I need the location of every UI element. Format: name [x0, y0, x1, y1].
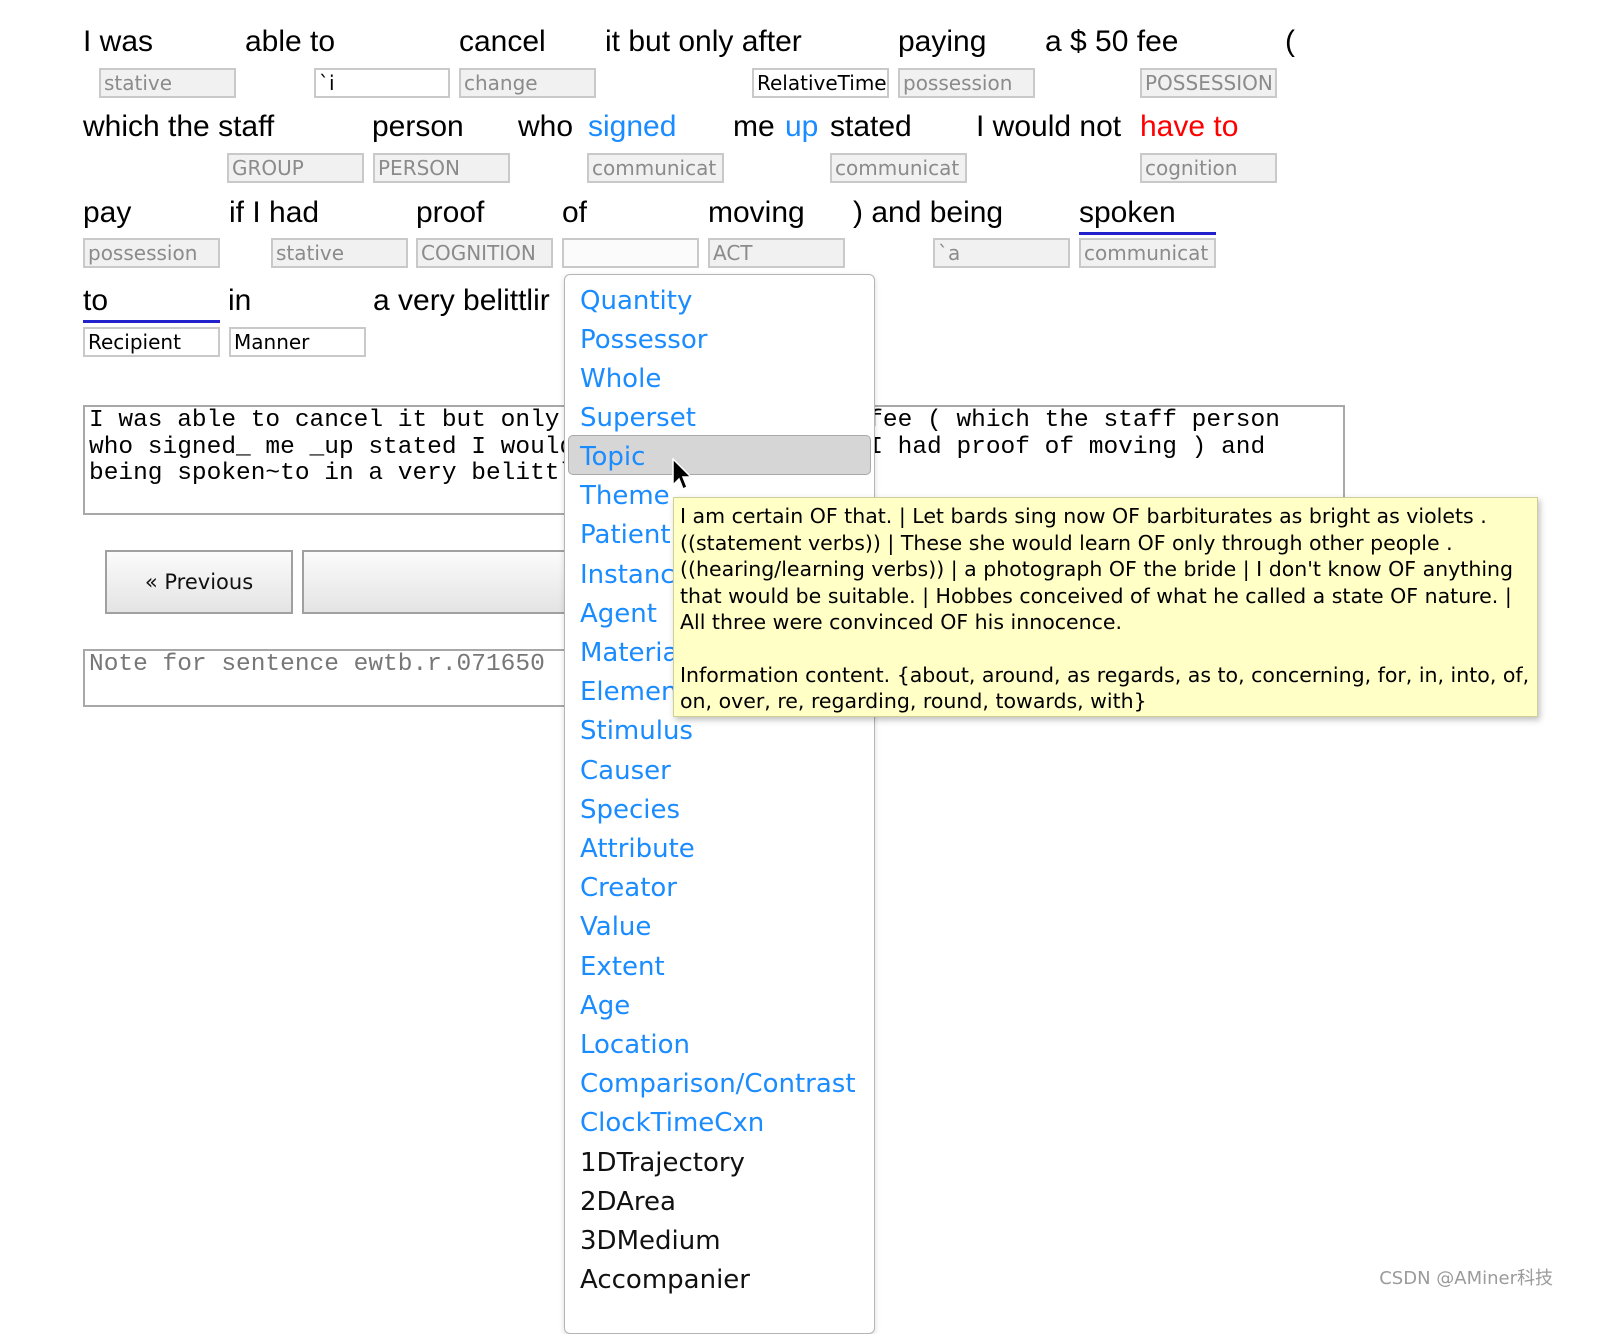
role-dropdown-menu[interactable]: Quantity Possessor Whole Superset Topic …	[564, 274, 875, 1334]
supersense-tag-field[interactable]: communicat	[830, 153, 967, 183]
dropdown-option-theme[interactable]: Theme	[580, 480, 670, 512]
dropdown-option-value[interactable]: Value	[580, 911, 651, 943]
token-word: (	[1285, 25, 1295, 58]
dropdown-option-quantity[interactable]: Quantity	[580, 285, 692, 317]
supersense-tag-field[interactable]: change	[459, 68, 596, 98]
dropdown-option-1dtrajectory[interactable]: 1DTrajectory	[580, 1147, 745, 1179]
token-word: if I had	[229, 196, 320, 229]
token-word: of	[562, 196, 588, 229]
dropdown-option-3dmedium[interactable]: 3DMedium	[580, 1225, 721, 1257]
supersense-tag-field[interactable]: GROUP	[227, 153, 364, 183]
watermark: CSDN @AMiner科技	[1379, 1268, 1553, 1289]
supersense-tag-field[interactable]: PERSON	[373, 153, 510, 183]
tooltip-examples: I am certain OF that. | Let bards sing n…	[680, 504, 1514, 634]
token-word: pay	[83, 196, 132, 229]
token-word: it but only after	[605, 25, 802, 58]
role-tooltip: I am certain OF that. | Let bards sing n…	[673, 497, 1538, 717]
token-word: person	[372, 110, 464, 143]
token-word-linked: up	[785, 110, 819, 143]
token-word: I was	[83, 25, 154, 58]
supersense-tag-field[interactable]: stative	[99, 68, 236, 98]
dropdown-option-possessor[interactable]: Possessor	[580, 324, 707, 356]
token-word: a $ 50 fee	[1045, 25, 1179, 58]
dropdown-option-agent[interactable]: Agent	[580, 598, 657, 630]
dropdown-option-causer[interactable]: Causer	[580, 755, 671, 787]
token-word: able to	[245, 25, 336, 58]
previous-button[interactable]: « Previous	[105, 550, 293, 614]
dropdown-option-age[interactable]: Age	[580, 990, 630, 1022]
dropdown-option-patient[interactable]: Patient	[580, 519, 671, 551]
supersense-tag-field[interactable]: RelativeTime	[752, 68, 889, 98]
supersense-tag-field[interactable]: communicat	[1079, 238, 1216, 268]
token-word: cancel	[459, 25, 546, 58]
dropdown-option-material[interactable]: Material	[580, 637, 686, 669]
token-word-selected: to	[83, 284, 220, 323]
token-word: proof	[416, 196, 485, 229]
token-word: ) and being	[853, 196, 1004, 229]
supersense-tag-field[interactable]: cognition	[1140, 153, 1277, 183]
token-word-multiword: have to	[1140, 110, 1239, 143]
dropdown-option-superset[interactable]: Superset	[580, 402, 696, 434]
supersense-tag-field[interactable]: possession	[898, 68, 1035, 98]
tooltip-definition: Information content. {about, around, as …	[680, 662, 1530, 714]
previous-button-label: « Previous	[144, 570, 254, 594]
token-word: which the staff	[83, 110, 275, 143]
dropdown-option-species[interactable]: Species	[580, 794, 680, 826]
dropdown-option-element[interactable]: Element	[580, 676, 688, 708]
dropdown-option-attribute[interactable]: Attribute	[580, 833, 695, 865]
supersense-tag-field[interactable]: stative	[271, 238, 408, 268]
dropdown-option-clocktimecxn[interactable]: ClockTimeCxn	[580, 1107, 764, 1139]
supersense-tag-field[interactable]: ACT	[708, 238, 845, 268]
dropdown-option-whole[interactable]: Whole	[580, 363, 661, 395]
supersense-tag-field[interactable]: communicat	[587, 153, 724, 183]
supersense-tag-field-focused[interactable]	[562, 238, 699, 268]
supersense-tag-field[interactable]: POSSESSION	[1140, 68, 1277, 98]
supersense-tag-field[interactable]: `a	[933, 238, 1070, 268]
supersense-tag-field[interactable]: Recipient	[83, 327, 220, 357]
token-word: who	[518, 110, 574, 143]
dropdown-option-2darea[interactable]: 2DArea	[580, 1186, 676, 1218]
next-button[interactable]	[302, 550, 602, 614]
token-word-selected: spoken	[1079, 196, 1216, 235]
token-word: I would not	[976, 110, 1122, 143]
supersense-tag-field[interactable]: Manner	[229, 327, 366, 357]
token-word: stated	[830, 110, 912, 143]
token-word-linked: signed	[588, 110, 677, 143]
dropdown-option-location[interactable]: Location	[580, 1029, 690, 1061]
token-word: in	[228, 284, 252, 317]
mouse-pointer-icon	[672, 458, 693, 491]
token-word: moving	[708, 196, 805, 229]
supersense-tag-field[interactable]: possession	[83, 238, 220, 268]
token-word: paying	[898, 25, 987, 58]
dropdown-option-creator[interactable]: Creator	[580, 872, 677, 904]
dropdown-option-accompanier[interactable]: Accompanier	[580, 1264, 750, 1296]
supersense-tag-field[interactable]: `i	[314, 68, 450, 98]
supersense-tag-field[interactable]: COGNITION	[416, 238, 553, 268]
dropdown-option-topic[interactable]: Topic	[580, 441, 645, 473]
token-word: me	[733, 110, 775, 143]
token-word: a very belittlir	[373, 284, 550, 317]
dropdown-option-comparison-contrast[interactable]: Comparison/Contrast	[580, 1068, 856, 1100]
dropdown-option-extent[interactable]: Extent	[580, 951, 665, 983]
dropdown-option-stimulus[interactable]: Stimulus	[580, 715, 693, 747]
